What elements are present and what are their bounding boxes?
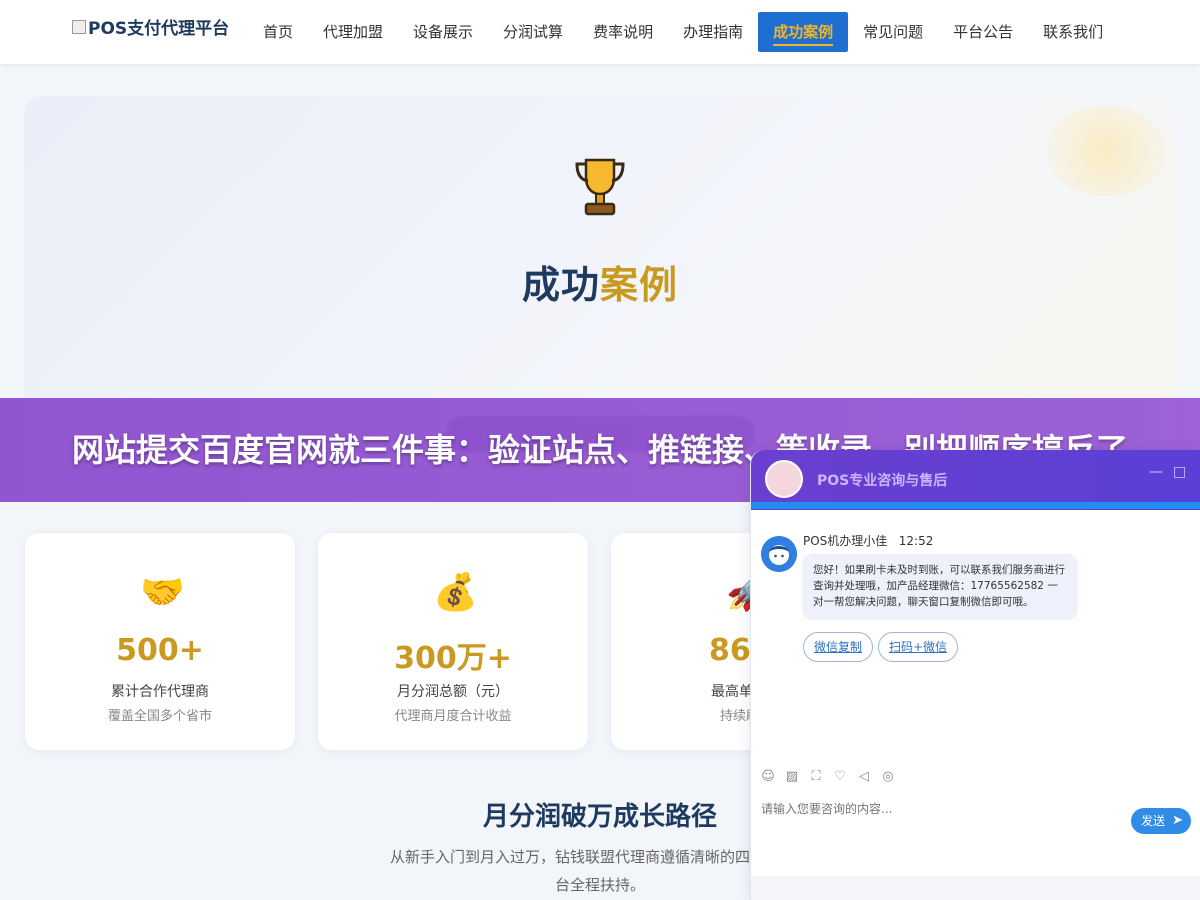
- hero-title-part1: 成功: [521, 263, 600, 307]
- image-icon[interactable]: ▨: [785, 770, 799, 784]
- chat-header[interactable]: POS专业咨询与售后 — □: [751, 450, 1200, 510]
- message-time: 12:52: [898, 534, 934, 548]
- chat-footer: [751, 876, 1200, 900]
- site-header: POS支付代理平台 首页 代理加盟 设备展示 分润试算 费率说明 办理指南 成功…: [0, 0, 1200, 64]
- nav-fee-rates[interactable]: 费率说明: [578, 12, 668, 52]
- chat-toolbar: ☺ ▨ ⛶ ♡ ◁ ◎: [761, 770, 895, 784]
- money-bag-icon: 💰: [433, 572, 478, 613]
- nav-success-cases[interactable]: 成功案例: [758, 12, 849, 52]
- stat-label: 月分润总额（元）: [397, 684, 509, 700]
- nav-announcements[interactable]: 平台公告: [938, 12, 1028, 52]
- nav-contact[interactable]: 联系我们: [1028, 12, 1118, 52]
- broken-image-icon: [72, 19, 86, 34]
- scan-wechat-button[interactable]: 扫码+微信: [878, 632, 959, 662]
- send-arrow-icon: ➤: [1172, 813, 1183, 828]
- agent-avatar-icon: [761, 536, 797, 572]
- screenshot-icon[interactable]: ⛶: [809, 770, 823, 784]
- stat-number: 500+: [116, 633, 204, 668]
- stat-card-profit: 💰 300万+ 月分润总额（元） 代理商月度合计收益: [318, 533, 588, 750]
- site-logo[interactable]: POS支付代理平台: [72, 14, 229, 39]
- agent-name-line: POS机办理小佳 12:52: [803, 532, 933, 549]
- stat-desc: 代理商月度合计收益: [394, 709, 512, 724]
- stat-number: 300万+: [394, 641, 512, 676]
- chat-avatar: [765, 460, 803, 498]
- agent-message: 您好！如果刷卡未及时到账，可以联系我们服务商进行查询并处理哦，加产品经理微信：1…: [803, 554, 1077, 618]
- emoji-icon[interactable]: ☺: [761, 770, 775, 784]
- nav-profit-calc[interactable]: 分润试算: [488, 12, 578, 52]
- wechat-icon[interactable]: ◎: [881, 770, 895, 784]
- nav-guide[interactable]: 办理指南: [668, 12, 758, 52]
- nav-agent-join[interactable]: 代理加盟: [308, 12, 398, 52]
- stat-label: 累计合作代理商: [111, 684, 209, 700]
- nav-faq[interactable]: 常见问题: [848, 12, 938, 52]
- maximize-icon[interactable]: □: [1173, 464, 1186, 480]
- nav-devices[interactable]: 设备展示: [398, 12, 488, 52]
- trophy-icon: [575, 158, 625, 216]
- nav-home[interactable]: 首页: [248, 12, 308, 52]
- stat-desc: 覆盖全国多个省市: [107, 709, 212, 724]
- handshake-icon: 🤝: [140, 572, 185, 613]
- logo-text: POS支付代理平台: [88, 19, 230, 39]
- chat-widget: POS专业咨询与售后 — □ POS机办理小佳 12:52 您好！如果刷卡未及时…: [750, 450, 1200, 900]
- hero-title-part2: 案例: [600, 263, 679, 307]
- chat-message-input[interactable]: [761, 800, 1121, 860]
- minimize-icon[interactable]: —: [1149, 464, 1163, 480]
- chat-title: POS专业咨询与售后: [817, 473, 948, 489]
- hero-title: 成功案例: [24, 254, 1176, 309]
- rate-icon[interactable]: ♡: [833, 770, 847, 784]
- hero-glow: [1046, 106, 1166, 196]
- mute-icon[interactable]: ◁: [857, 770, 871, 784]
- main-nav: 首页 代理加盟 设备展示 分润试算 费率说明 办理指南 成功案例 常见问题 平台…: [248, 12, 1118, 52]
- send-label: 发送: [1141, 814, 1166, 828]
- send-button[interactable]: 发送 ➤: [1131, 808, 1191, 834]
- copy-wechat-button[interactable]: 微信复制: [803, 632, 874, 662]
- chat-header-stripe: [751, 502, 1200, 509]
- agent-name: POS机办理小佳: [803, 534, 888, 548]
- stat-card-agents: 🤝 500+ 累计合作代理商 覆盖全国多个省市: [25, 533, 295, 750]
